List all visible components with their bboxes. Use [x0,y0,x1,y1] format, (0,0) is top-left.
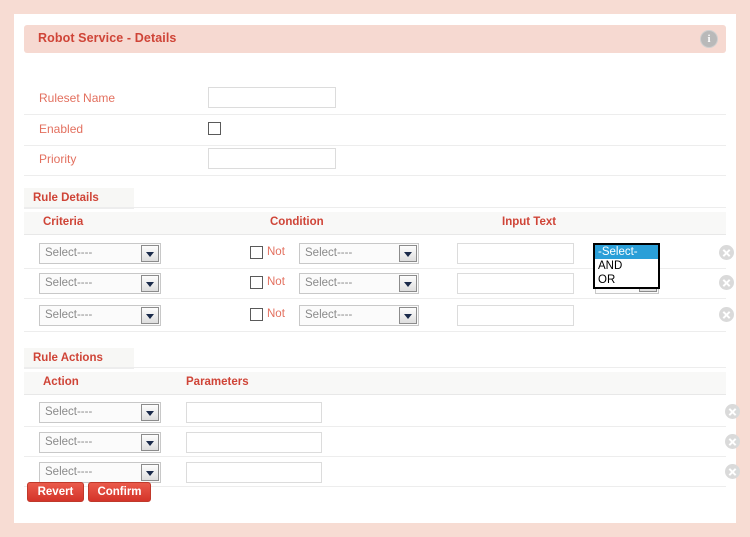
section-title: Rule Actions [33,352,103,364]
dropdown-option-select[interactable]: -Select- [595,245,658,259]
input-text-row-1[interactable] [457,243,574,264]
chevron-down-icon[interactable] [141,245,159,262]
action-select-row-3[interactable]: Select---- [39,462,161,483]
chevron-down-icon[interactable] [141,434,159,451]
not-label-row-2: Not [267,276,285,288]
operator-dropdown-popup[interactable]: -Select- AND OR [593,243,660,289]
divider [24,426,726,427]
not-checkbox-row-2[interactable] [250,276,263,289]
divider [24,207,726,208]
divider [24,114,726,115]
divider [24,456,726,457]
section-title: Rule Details [33,192,99,204]
chevron-down-icon[interactable] [399,275,417,292]
divider [24,298,726,299]
parameters-input-row-3[interactable] [186,462,322,483]
enabled-checkbox[interactable] [208,122,221,135]
select-value: Select---- [305,309,353,321]
divider [24,367,726,368]
not-label-row-1: Not [267,246,285,258]
input-text-row-3[interactable] [457,305,574,326]
divider [24,175,726,176]
select-value: Select---- [45,406,93,418]
criteria-select-row-1[interactable]: Select---- [39,243,161,264]
action-select-row-2[interactable]: Select---- [39,432,161,453]
column-header-input-text: Input Text [502,216,557,228]
chevron-down-icon[interactable] [399,307,417,324]
page-title: Robot Service - Details [38,31,177,45]
chevron-down-icon[interactable] [141,404,159,421]
column-header-action: Action [43,376,79,388]
rule-details-column-header: Criteria Condition Input Text [24,212,726,235]
chevron-down-icon[interactable] [141,464,159,481]
parameters-input-row-2[interactable] [186,432,322,453]
chevron-down-icon[interactable] [141,275,159,292]
select-value: Select---- [45,277,93,289]
chevron-down-icon[interactable] [399,245,417,262]
delete-action-row-2-icon[interactable] [725,434,740,449]
ruleset-name-input[interactable] [208,87,336,108]
enabled-label: Enabled [39,122,84,136]
delete-row-2-icon[interactable] [719,275,734,290]
not-checkbox-row-3[interactable] [250,308,263,321]
select-value: Select---- [45,309,93,321]
criteria-select-row-2[interactable]: Select---- [39,273,161,294]
not-label-row-3: Not [267,308,285,320]
chevron-down-icon[interactable] [141,307,159,324]
select-value: Select---- [45,466,93,478]
column-header-parameters: Parameters [186,376,249,388]
divider [24,145,726,146]
select-value: Select---- [305,247,353,259]
select-value: Select---- [45,247,93,259]
section-header-rule-actions: Rule Actions [24,348,134,369]
not-checkbox-row-1[interactable] [250,246,263,259]
delete-action-row-3-icon[interactable] [725,464,740,479]
condition-select-row-3[interactable]: Select---- [299,305,419,326]
details-panel: Robot Service - Details i Ruleset Name E… [14,14,740,523]
panel-header: Robot Service - Details i [24,25,726,53]
delete-row-1-icon[interactable] [719,245,734,260]
priority-input[interactable] [208,148,336,169]
confirm-button[interactable]: Confirm [88,482,151,502]
action-select-row-1[interactable]: Select---- [39,402,161,423]
parameters-input-row-1[interactable] [186,402,322,423]
dropdown-option-or[interactable]: OR [595,273,658,287]
select-value: Select---- [305,277,353,289]
revert-button[interactable]: Revert [27,482,84,502]
rule-actions-column-header: Action Parameters [24,372,726,395]
column-header-condition: Condition [270,216,324,228]
select-value: Select---- [45,436,93,448]
condition-select-row-1[interactable]: Select---- [299,243,419,264]
condition-select-row-2[interactable]: Select---- [299,273,419,294]
info-icon[interactable]: i [701,31,717,47]
ruleset-name-label: Ruleset Name [39,91,116,105]
criteria-select-row-3[interactable]: Select---- [39,305,161,326]
info-icon-glyph: i [707,33,711,45]
section-header-rule-details: Rule Details [24,188,134,209]
input-text-row-2[interactable] [457,273,574,294]
divider [24,331,726,332]
delete-action-row-1-icon[interactable] [725,404,740,419]
dropdown-option-and[interactable]: AND [595,259,658,273]
delete-row-3-icon[interactable] [719,307,734,322]
column-header-criteria: Criteria [43,216,84,228]
priority-label: Priority [39,152,77,166]
